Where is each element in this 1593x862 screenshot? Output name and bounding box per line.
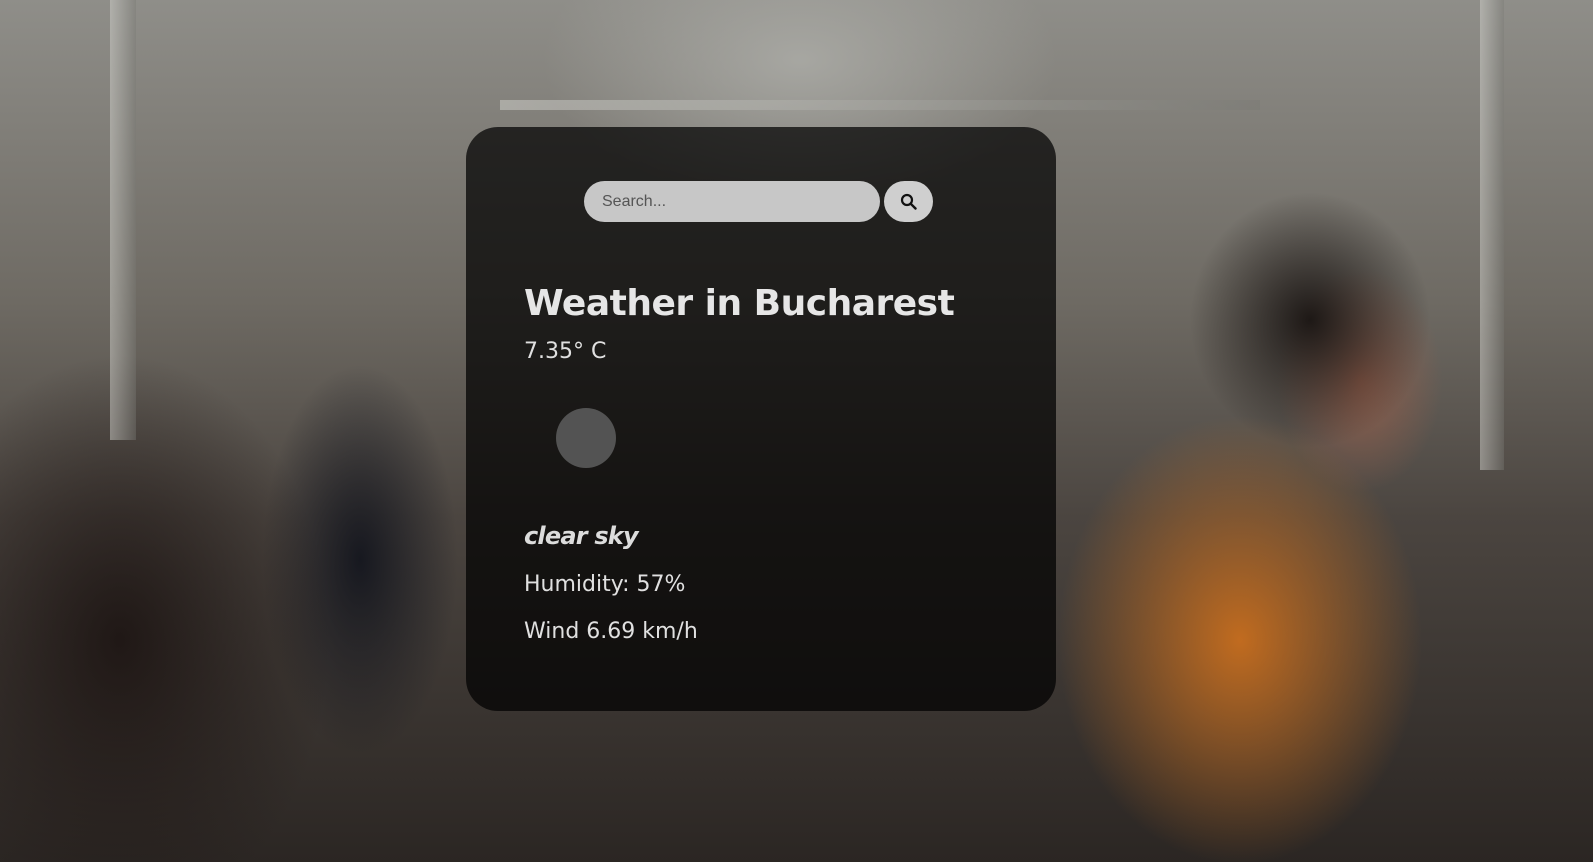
city-title: Weather in Bucharest	[524, 283, 955, 324]
search-icon	[900, 193, 917, 210]
background-pole	[110, 0, 136, 440]
wind-speed: Wind 6.69 km/h	[524, 619, 698, 644]
temperature: 7.35° C	[524, 339, 607, 364]
background-pole	[500, 100, 1260, 110]
weather-card: Weather in Bucharest 7.35° C clear sky H…	[466, 127, 1056, 711]
humidity: Humidity: 57%	[524, 572, 686, 597]
background-pole	[1480, 0, 1504, 470]
weather-description: clear sky	[524, 522, 639, 550]
search-input[interactable]	[584, 181, 880, 222]
weather-icon	[556, 408, 616, 468]
search-button[interactable]	[884, 181, 933, 222]
